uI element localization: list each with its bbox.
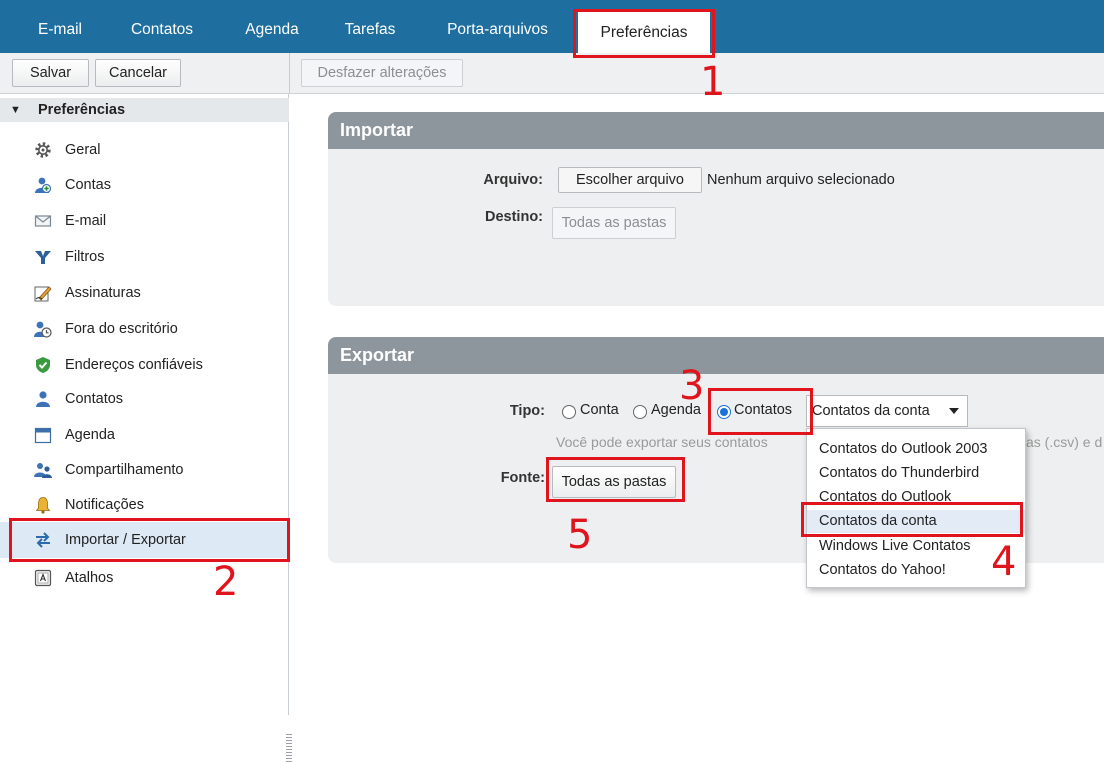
sidebar-item-contacts[interactable]: Contatos [0,381,289,417]
filter-icon [34,248,52,266]
tab-email[interactable]: E-mail [22,0,98,53]
sidebar-item-label: Compartilhamento [65,462,184,478]
sidebar-item-signatures[interactable]: Assinaturas [0,275,289,311]
toolbar-divider [289,53,290,94]
radio-calendar[interactable] [633,405,647,419]
annotation-box-account-contacts-option [801,502,1023,537]
dropdown-option-outlook-2003[interactable]: Contatos do Outlook 2003 [807,438,1025,461]
app-tab-bar: E-mail Contatos Agenda Tarefas Porta-arq… [0,0,1104,53]
sharing-icon [34,461,52,479]
tab-briefcase[interactable]: Porta-arquivos [425,0,570,53]
sidebar-resize-handle[interactable] [286,734,292,762]
keyboard-icon [34,569,52,587]
sidebar-item-label: Assinaturas [65,285,141,301]
save-button[interactable]: Salvar [12,59,89,87]
dropdown-option-thunderbird[interactable]: Contatos do Thunderbird [807,462,1025,485]
signature-icon [34,284,52,302]
sidebar-item-label: E-mail [65,213,107,229]
out-of-office-icon [34,320,52,338]
calendar-icon [34,426,52,444]
annotation-number-5: 5 [567,512,593,558]
file-label: Arquivo: [483,172,543,188]
sidebar-header-label: Preferências [38,102,126,118]
export-hint-text-continued: as (.csv) e d [1026,434,1103,450]
sidebar-item-label: Geral [65,142,101,158]
tab-tasks[interactable]: Tarefas [330,0,410,53]
sidebar-item-label: Endereços confiáveis [65,357,203,373]
sidebar-item-general[interactable]: Geral [0,132,289,168]
sidebar-item-label: Contas [65,177,111,193]
destination-label: Destino: [485,209,543,225]
export-format-selected-value: Contatos da conta [812,403,930,419]
annotation-number-1: 1 [700,59,726,105]
export-hint-text: Você pode exportar seus contatos [556,434,768,450]
tab-contacts[interactable]: Contatos [114,0,210,53]
radio-account[interactable] [562,405,576,419]
annotation-box-source-button [546,457,685,502]
annotation-box-import-export [9,518,290,562]
accounts-icon [34,176,52,194]
undo-changes-button[interactable]: Desfazer alterações [301,59,463,87]
bell-icon [34,496,52,514]
sidebar-header[interactable]: ▼ Preferências [0,98,289,122]
contact-icon [34,390,52,408]
annotation-box-contacts-radio [708,388,813,435]
import-panel: Importar Arquivo: Escolher arquivo Nenhu… [328,112,1104,306]
annotation-number-2: 2 [213,559,239,605]
sidebar-item-shortcuts[interactable]: Atalhos [0,560,289,596]
sidebar-item-filters[interactable]: Filtros [0,239,289,275]
export-format-select[interactable]: Contatos da conta [806,395,968,427]
sidebar-item-label: Atalhos [65,570,114,586]
collapse-triangle-icon: ▼ [10,104,21,116]
sidebar-item-trusted-addresses[interactable]: Endereços confiáveis [0,347,289,383]
import-panel-title: Importar [328,112,1104,149]
type-label: Tipo: [509,403,545,419]
destination-folder-button[interactable]: Todas as pastas [552,207,676,239]
annotation-number-3: 3 [679,363,705,409]
radio-account-label[interactable]: Conta [580,402,619,418]
sidebar-item-out-of-office[interactable]: Fora do escritório [0,311,289,347]
cancel-button[interactable]: Cancelar [95,59,181,87]
envelope-icon [34,212,52,230]
sidebar-item-accounts[interactable]: Contas [0,167,289,203]
sidebar-item-email[interactable]: E-mail [0,203,289,239]
shield-check-icon [34,356,52,374]
gear-icon [34,141,52,159]
preferences-sidebar: ▼ Preferências Geral Contas E-mail Filtr… [0,94,292,762]
sidebar-item-calendar[interactable]: Agenda [0,417,289,453]
sidebar-item-sharing[interactable]: Compartilhamento [0,452,289,488]
source-label: Fonte: [500,470,545,486]
sidebar-item-label: Contatos [65,391,124,407]
tab-calendar[interactable]: Agenda [226,0,318,53]
annotation-number-4: 4 [991,539,1017,585]
chevron-down-icon [949,408,959,414]
annotation-box-preferences-tab [573,9,715,58]
no-file-selected-text: Nenhum arquivo selecionado [707,172,895,188]
sidebar-item-label: Agenda [65,427,115,443]
export-panel-title: Exportar [328,337,1104,374]
choose-file-button[interactable]: Escolher arquivo [558,167,702,193]
sidebar-item-label: Filtros [65,249,105,265]
sidebar-item-label: Fora do escritório [65,321,178,337]
toolbar: Salvar Cancelar Desfazer alterações [0,53,1104,94]
